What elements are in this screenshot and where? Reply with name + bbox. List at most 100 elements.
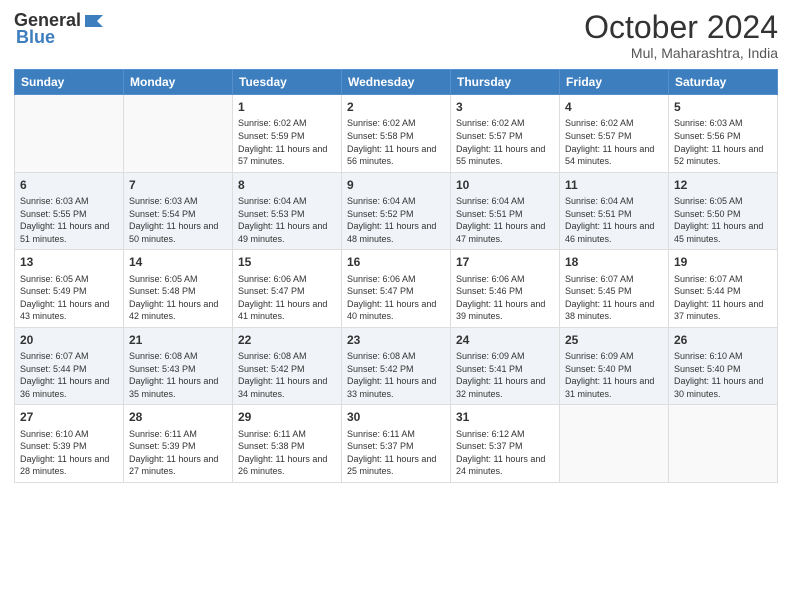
- day-info: Sunrise: 6:02 AMSunset: 5:59 PMDaylight:…: [238, 117, 336, 167]
- calendar-cell: 16 Sunrise: 6:06 AMSunset: 5:47 PMDayligh…: [342, 250, 451, 328]
- day-number: 20: [20, 332, 118, 348]
- day-number: 21: [129, 332, 227, 348]
- day-number: 22: [238, 332, 336, 348]
- day-number: 12: [674, 177, 772, 193]
- calendar-cell: 29 Sunrise: 6:11 AMSunset: 5:38 PMDayligh…: [233, 405, 342, 483]
- day-number: 1: [238, 99, 336, 115]
- day-info: Sunrise: 6:04 AMSunset: 5:53 PMDaylight:…: [238, 195, 336, 245]
- day-info: Sunrise: 6:09 AMSunset: 5:41 PMDaylight:…: [456, 350, 554, 400]
- calendar-cell: 24Sunrise: 6:09 AMSunset: 5:41 PMDayligh…: [451, 327, 560, 405]
- day-info: Sunrise: 6:12 AMSunset: 5:37 PMDaylight:…: [456, 428, 554, 478]
- col-header-sunday: Sunday: [15, 70, 124, 95]
- col-header-monday: Monday: [124, 70, 233, 95]
- day-info: Sunrise: 6:10 AMSunset: 5:39 PMDaylight:…: [20, 428, 118, 478]
- day-info: Sunrise: 6:02 AMSunset: 5:57 PMDaylight:…: [565, 117, 663, 167]
- day-number: 9: [347, 177, 445, 193]
- day-info: Sunrise: 6:08 AMSunset: 5:42 PMDaylight:…: [238, 350, 336, 400]
- col-header-saturday: Saturday: [669, 70, 778, 95]
- day-number: 31: [456, 409, 554, 425]
- day-number: 7: [129, 177, 227, 193]
- day-number: 16: [347, 254, 445, 270]
- calendar-cell: 15Sunrise: 6:06 AMSunset: 5:47 PMDayligh…: [233, 250, 342, 328]
- calendar-cell: 28 Sunrise: 6:11 AMSunset: 5:39 PMDayligh…: [124, 405, 233, 483]
- col-header-tuesday: Tuesday: [233, 70, 342, 95]
- calendar-cell: 11 Sunrise: 6:04 AMSunset: 5:51 PMDayligh…: [560, 172, 669, 250]
- day-number: 2: [347, 99, 445, 115]
- calendar-cell: 18 Sunrise: 6:07 AMSunset: 5:45 PMDayligh…: [560, 250, 669, 328]
- calendar-cell: 30 Sunrise: 6:11 AMSunset: 5:37 PMDayligh…: [342, 405, 451, 483]
- day-number: 25: [565, 332, 663, 348]
- calendar-cell: 5Sunrise: 6:03 AMSunset: 5:56 PMDaylight…: [669, 95, 778, 173]
- calendar-table: SundayMondayTuesdayWednesdayThursdayFrid…: [14, 69, 778, 483]
- calendar-cell: 20 Sunrise: 6:07 AMSunset: 5:44 PMDayligh…: [15, 327, 124, 405]
- logo: General Blue: [14, 10, 105, 48]
- day-info: Sunrise: 6:07 AMSunset: 5:45 PMDaylight:…: [565, 273, 663, 323]
- calendar-cell: 22 Sunrise: 6:08 AMSunset: 5:42 PMDayligh…: [233, 327, 342, 405]
- calendar-cell: 19Sunrise: 6:07 AMSunset: 5:44 PMDayligh…: [669, 250, 778, 328]
- calendar-cell: 10 Sunrise: 6:04 AMSunset: 5:51 PMDayligh…: [451, 172, 560, 250]
- day-info: Sunrise: 6:06 AMSunset: 5:46 PMDaylight:…: [456, 273, 554, 323]
- calendar-cell: [669, 405, 778, 483]
- day-number: 17: [456, 254, 554, 270]
- day-number: 30: [347, 409, 445, 425]
- day-number: 3: [456, 99, 554, 115]
- day-info: Sunrise: 6:04 AMSunset: 5:51 PMDaylight:…: [456, 195, 554, 245]
- calendar-row: 1 Sunrise: 6:02 AMSunset: 5:59 PMDaylight…: [15, 95, 778, 173]
- day-info: Sunrise: 6:09 AMSunset: 5:40 PMDaylight:…: [565, 350, 663, 400]
- calendar-row: 6 Sunrise: 6:03 AMSunset: 5:55 PMDaylight…: [15, 172, 778, 250]
- day-number: 5: [674, 99, 772, 115]
- day-info: Sunrise: 6:11 AMSunset: 5:38 PMDaylight:…: [238, 428, 336, 478]
- calendar-cell: 27Sunrise: 6:10 AMSunset: 5:39 PMDayligh…: [15, 405, 124, 483]
- calendar-row: 20 Sunrise: 6:07 AMSunset: 5:44 PMDayligh…: [15, 327, 778, 405]
- calendar-cell: 23 Sunrise: 6:08 AMSunset: 5:42 PMDayligh…: [342, 327, 451, 405]
- day-number: 10: [456, 177, 554, 193]
- calendar-cell: 2 Sunrise: 6:02 AMSunset: 5:58 PMDaylight…: [342, 95, 451, 173]
- day-info: Sunrise: 6:05 AMSunset: 5:48 PMDaylight:…: [129, 273, 227, 323]
- calendar-cell: 31 Sunrise: 6:12 AMSunset: 5:37 PMDayligh…: [451, 405, 560, 483]
- logo-blue: Blue: [16, 27, 55, 48]
- calendar-row: 27Sunrise: 6:10 AMSunset: 5:39 PMDayligh…: [15, 405, 778, 483]
- day-info: Sunrise: 6:02 AMSunset: 5:58 PMDaylight:…: [347, 117, 445, 167]
- day-number: 26: [674, 332, 772, 348]
- calendar-cell: 26 Sunrise: 6:10 AMSunset: 5:40 PMDayligh…: [669, 327, 778, 405]
- day-number: 23: [347, 332, 445, 348]
- title-section: October 2024 Mul, Maharashtra, India: [584, 10, 778, 61]
- calendar-cell: 25 Sunrise: 6:09 AMSunset: 5:40 PMDayligh…: [560, 327, 669, 405]
- calendar-header-row: SundayMondayTuesdayWednesdayThursdayFrid…: [15, 70, 778, 95]
- calendar-cell: 13Sunrise: 6:05 AMSunset: 5:49 PMDayligh…: [15, 250, 124, 328]
- day-info: Sunrise: 6:10 AMSunset: 5:40 PMDaylight:…: [674, 350, 772, 400]
- calendar-container: General Blue October 2024 Mul, Maharasht…: [0, 0, 792, 612]
- day-number: 15: [238, 254, 336, 270]
- day-number: 6: [20, 177, 118, 193]
- day-info: Sunrise: 6:05 AMSunset: 5:50 PMDaylight:…: [674, 195, 772, 245]
- calendar-cell: 4Sunrise: 6:02 AMSunset: 5:57 PMDaylight…: [560, 95, 669, 173]
- calendar-cell: 6 Sunrise: 6:03 AMSunset: 5:55 PMDaylight…: [15, 172, 124, 250]
- calendar-cell: [124, 95, 233, 173]
- day-info: Sunrise: 6:06 AMSunset: 5:47 PMDaylight:…: [347, 273, 445, 323]
- day-info: Sunrise: 6:04 AMSunset: 5:52 PMDaylight:…: [347, 195, 445, 245]
- col-header-friday: Friday: [560, 70, 669, 95]
- day-info: Sunrise: 6:02 AMSunset: 5:57 PMDaylight:…: [456, 117, 554, 167]
- day-info: Sunrise: 6:11 AMSunset: 5:37 PMDaylight:…: [347, 428, 445, 478]
- day-number: 18: [565, 254, 663, 270]
- day-number: 28: [129, 409, 227, 425]
- day-info: Sunrise: 6:04 AMSunset: 5:51 PMDaylight:…: [565, 195, 663, 245]
- calendar-cell: 3 Sunrise: 6:02 AMSunset: 5:57 PMDaylight…: [451, 95, 560, 173]
- day-number: 11: [565, 177, 663, 193]
- day-info: Sunrise: 6:07 AMSunset: 5:44 PMDaylight:…: [674, 273, 772, 323]
- calendar-cell: 8Sunrise: 6:04 AMSunset: 5:53 PMDaylight…: [233, 172, 342, 250]
- day-info: Sunrise: 6:07 AMSunset: 5:44 PMDaylight:…: [20, 350, 118, 400]
- calendar-cell: [560, 405, 669, 483]
- day-number: 13: [20, 254, 118, 270]
- col-header-wednesday: Wednesday: [342, 70, 451, 95]
- day-number: 14: [129, 254, 227, 270]
- day-number: 29: [238, 409, 336, 425]
- logo-flag-icon: [83, 13, 105, 29]
- calendar-row: 13Sunrise: 6:05 AMSunset: 5:49 PMDayligh…: [15, 250, 778, 328]
- day-info: Sunrise: 6:08 AMSunset: 5:42 PMDaylight:…: [347, 350, 445, 400]
- day-info: Sunrise: 6:03 AMSunset: 5:55 PMDaylight:…: [20, 195, 118, 245]
- day-info: Sunrise: 6:11 AMSunset: 5:39 PMDaylight:…: [129, 428, 227, 478]
- header: General Blue October 2024 Mul, Maharasht…: [14, 10, 778, 61]
- calendar-cell: 7Sunrise: 6:03 AMSunset: 5:54 PMDaylight…: [124, 172, 233, 250]
- calendar-cell: [15, 95, 124, 173]
